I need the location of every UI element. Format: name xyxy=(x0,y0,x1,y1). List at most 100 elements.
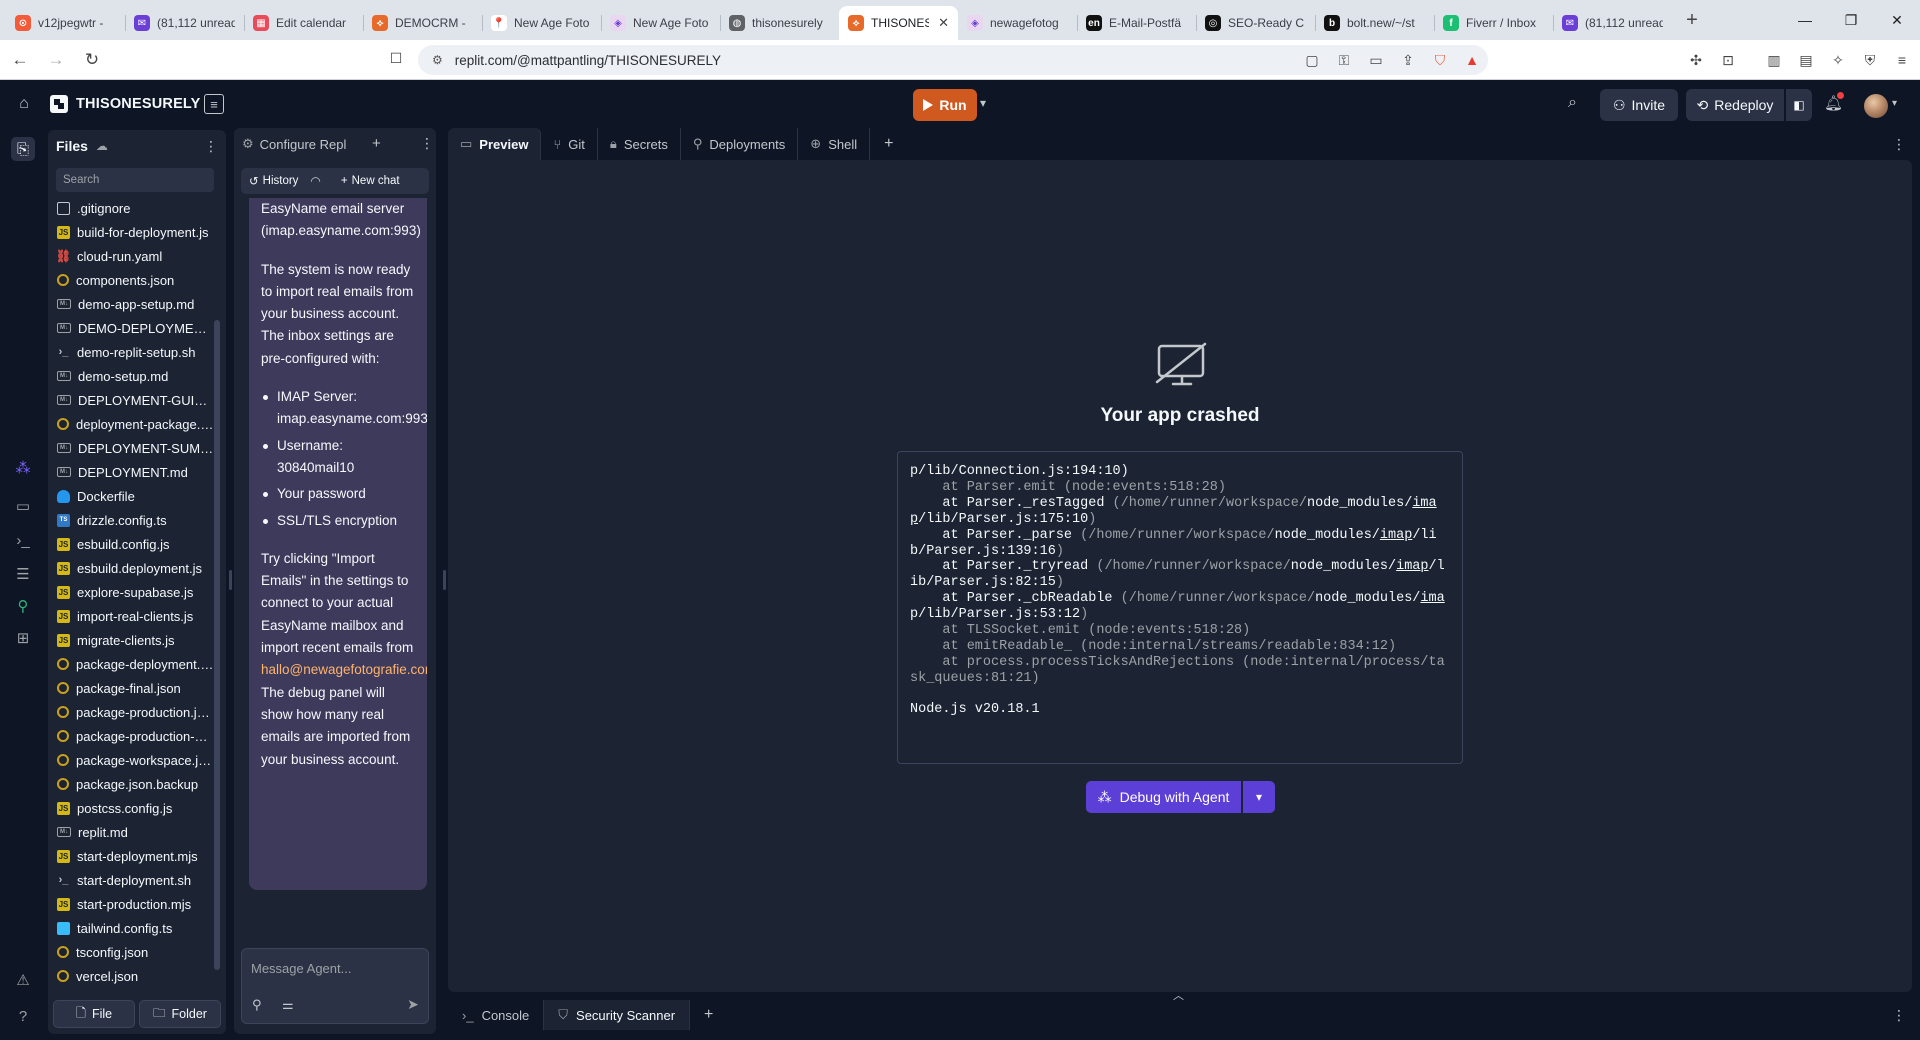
browser-tab[interactable]: ◈ New Age Foto xyxy=(601,6,720,40)
browser-tab[interactable]: en E-Mail-Postfä xyxy=(1077,6,1196,40)
brave-rewards-icon[interactable]: ▲ xyxy=(1458,46,1486,74)
file-item[interactable]: M↓ demo-app-setup.md xyxy=(48,292,214,316)
shell-tool-icon[interactable]: ›_ xyxy=(11,528,35,552)
debug-options-chevron-down-icon[interactable]: ▾ xyxy=(1243,781,1275,813)
file-item[interactable]: M↓ DEPLOYMENT-GUIDE.md xyxy=(48,388,214,412)
browser-tab[interactable]: ⊙ v12jpegwtr - xyxy=(6,6,125,40)
file-item[interactable]: deployment-package.json xyxy=(48,412,214,436)
help-icon[interactable]: ? xyxy=(11,1004,35,1028)
file-item[interactable]: ›_ demo-replit-setup.sh xyxy=(48,340,214,364)
file-item[interactable]: tsconfig.json xyxy=(48,940,214,964)
usage-gauge-icon[interactable]: ◠ xyxy=(310,174,320,188)
browser-tab[interactable]: ✉ (81,112 unread xyxy=(1553,6,1672,40)
all-tools-icon[interactable]: ⊞ xyxy=(11,626,35,650)
run-options-chevron-icon[interactable]: ▾ xyxy=(980,96,986,110)
history-button[interactable]: ↺ History xyxy=(241,174,298,188)
tab-console[interactable]: ›_ Console xyxy=(448,1000,545,1030)
add-pane-tab-icon[interactable]: + xyxy=(870,135,907,153)
file-item[interactable]: ›_ start-deployment.sh xyxy=(48,868,214,892)
agent-menu-icon[interactable]: ⋮ xyxy=(420,135,434,152)
wallet-icon[interactable]: ▤ xyxy=(1792,46,1820,74)
files-resize-handle[interactable] xyxy=(229,570,232,590)
alerts-icon[interactable]: ⚠ xyxy=(11,968,35,992)
browser-tab[interactable]: ✉ (81,112 unread xyxy=(125,6,244,40)
file-item[interactable]: M↓ demo-setup.md xyxy=(48,364,214,388)
user-avatar[interactable] xyxy=(1864,94,1888,118)
file-item[interactable]: M↓ DEPLOYMENT.md xyxy=(48,460,214,484)
site-info-icon[interactable]: ⚙ xyxy=(432,53,443,67)
file-item[interactable]: package-deployment.json xyxy=(48,652,214,676)
browser-tab[interactable]: 📍 New Age Foto xyxy=(482,6,601,40)
minimize-icon[interactable]: — xyxy=(1782,0,1828,40)
file-item[interactable]: package-final.json xyxy=(48,676,214,700)
browser-tab[interactable]: ⟡ DEMOCRM - xyxy=(363,6,482,40)
leo-ai-icon[interactable]: ✧ xyxy=(1824,46,1852,74)
file-item[interactable]: TS drizzle.config.ts xyxy=(48,508,214,532)
file-item[interactable]: ⛓ cloud-run.yaml xyxy=(48,244,214,268)
invite-button[interactable]: ⚇ Invite xyxy=(1600,89,1678,121)
agent-tool-icon[interactable]: ⁂ xyxy=(11,456,35,480)
attach-paperclip-icon[interactable]: ⚲ xyxy=(252,997,262,1013)
tab-preview[interactable]: ▭ Preview xyxy=(448,128,542,160)
browser-tab[interactable]: f Fiverr / Inbox xyxy=(1434,6,1553,40)
brave-shield-icon[interactable]: ⛉ xyxy=(1426,46,1454,74)
file-item[interactable]: components.json xyxy=(48,268,214,292)
file-item[interactable]: JS start-production.mjs xyxy=(48,892,214,916)
file-item[interactable]: JS esbuild.config.js xyxy=(48,532,214,556)
search-icon[interactable]: ⌕ xyxy=(1568,94,1577,112)
browser-tab[interactable]: ◈ newagefotog xyxy=(958,6,1077,40)
file-item[interactable]: M↓ DEMO-DEPLOYMENT.md xyxy=(48,316,214,340)
close-tab-icon[interactable]: ✕ xyxy=(938,15,949,31)
screenshot-icon[interactable]: ⊡ xyxy=(1714,46,1742,74)
repl-menu-icon[interactable]: ≡ xyxy=(204,94,224,114)
agent-resize-handle[interactable] xyxy=(443,570,446,590)
tab-security-scanner[interactable]: ⛉ Security Scanner xyxy=(544,1000,691,1030)
file-item[interactable]: package-workspace.json xyxy=(48,748,214,772)
file-item[interactable]: M↓ DEPLOYMENT-SUMMARY.md xyxy=(48,436,214,460)
pane-menu-icon[interactable]: ⋮ xyxy=(1892,136,1906,153)
repl-name[interactable]: THISONESURELY xyxy=(76,96,201,112)
add-bottom-tab-icon[interactable]: + xyxy=(690,1006,727,1024)
redeploy-button[interactable]: ⟲ Redeploy xyxy=(1686,89,1784,121)
home-icon[interactable]: ⌂ xyxy=(12,92,36,116)
add-tab-icon[interactable]: + xyxy=(372,135,381,152)
file-item[interactable]: JS build-for-deployment.js xyxy=(48,220,214,244)
account-chevron-down-icon[interactable]: ▾ xyxy=(1892,98,1897,109)
tab-secrets[interactable]: 🔒︎ Secrets xyxy=(598,128,681,160)
deployments-tool-icon[interactable]: ⚲ xyxy=(11,594,35,618)
tab-deployments[interactable]: ⚲ Deployments xyxy=(681,128,799,160)
preview-tool-icon[interactable]: ▭ xyxy=(11,494,35,518)
file-item[interactable]: Dockerfile xyxy=(48,484,214,508)
file-item[interactable]: JS esbuild.deployment.js xyxy=(48,556,214,580)
file-item[interactable]: JS import-real-clients.js xyxy=(48,604,214,628)
log-path-link[interactable]: imap xyxy=(1380,528,1412,543)
sidebar-icon[interactable]: ▥ xyxy=(1760,46,1788,74)
vpn-icon[interactable]: ⛨ xyxy=(1856,46,1884,74)
run-button[interactable]: Run xyxy=(913,89,977,121)
log-path-link[interactable]: imap xyxy=(1396,559,1428,574)
browser-tab[interactable]: ◎ SEO-Ready C xyxy=(1196,6,1315,40)
log-path-link[interactable]: ima xyxy=(1420,591,1444,606)
file-item[interactable]: package.json.backup xyxy=(48,772,214,796)
cast-icon[interactable]: ▭ xyxy=(1362,46,1390,74)
bottom-menu-icon[interactable]: ⋮ xyxy=(1892,1007,1906,1024)
browser-menu-icon[interactable]: ≡ xyxy=(1888,46,1916,74)
settings-sliders-icon[interactable]: ⚌ xyxy=(282,997,294,1013)
file-item[interactable]: JS start-deployment.mjs xyxy=(48,844,214,868)
file-item[interactable]: JS explore-supabase.js xyxy=(48,580,214,604)
clipboard-icon[interactable]: ▢ xyxy=(1298,46,1326,74)
file-item[interactable]: JS migrate-clients.js xyxy=(48,628,214,652)
new-folder-button[interactable]: 🗀︎ Folder xyxy=(139,1000,221,1028)
back-icon[interactable]: ← xyxy=(4,44,36,76)
browser-tab[interactable]: ◍ thisonesurely xyxy=(720,6,839,40)
new-chat-button[interactable]: + New chat xyxy=(341,175,400,187)
bookmark-icon[interactable]: ☐ xyxy=(382,44,410,72)
browser-tab[interactable]: b bolt.new/~/st xyxy=(1315,6,1434,40)
reload-icon[interactable]: ↻ xyxy=(76,44,108,76)
file-item[interactable]: package-production-2.json xyxy=(48,724,214,748)
send-button[interactable]: ➤ xyxy=(402,993,424,1015)
message-agent-input[interactable] xyxy=(251,958,421,978)
files-scrollbar[interactable] xyxy=(214,320,220,970)
tab-git[interactable]: ⑂ Git xyxy=(541,128,598,160)
close-window-icon[interactable]: ✕ xyxy=(1874,0,1920,40)
